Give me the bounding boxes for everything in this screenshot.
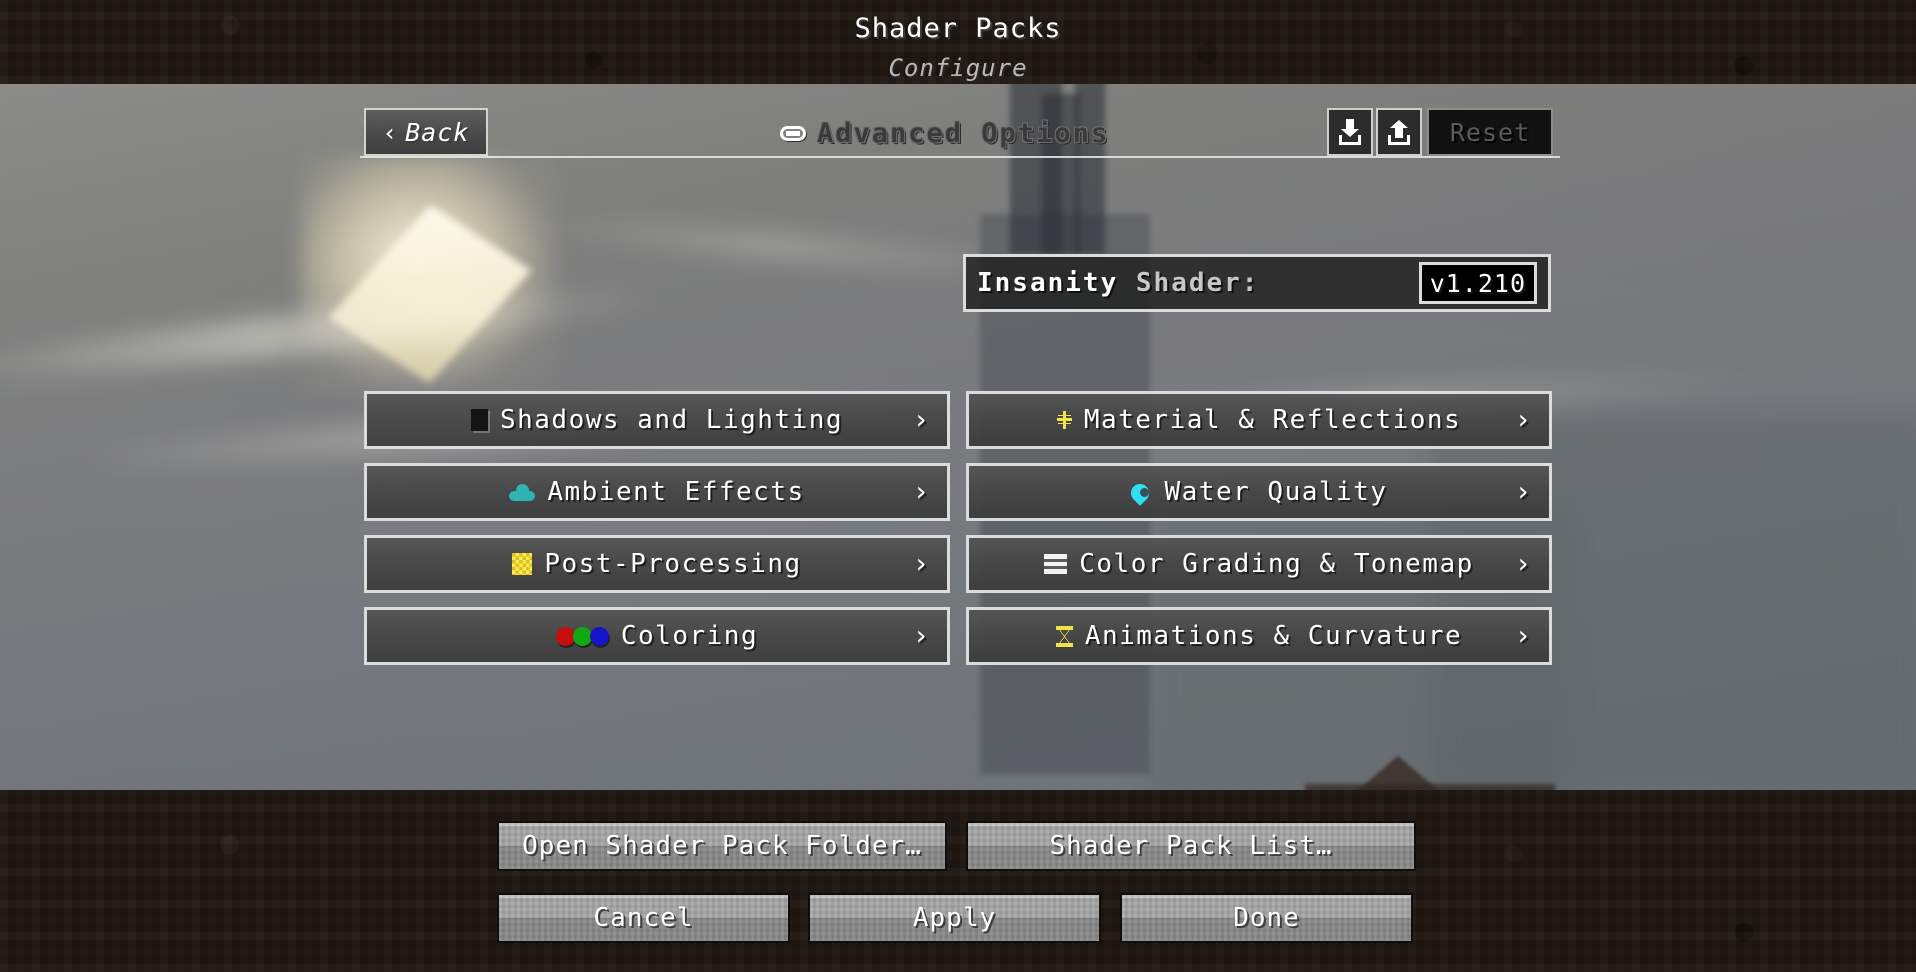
chevron-right-icon: › (912, 476, 929, 508)
apply-button-label: Apply (912, 903, 997, 933)
section-header: Advanced Options (780, 118, 1109, 149)
chevron-right-icon: › (1514, 548, 1531, 580)
import-download-icon (1338, 119, 1362, 145)
open-shader-pack-folder-label: Open Shader Pack Folder… (522, 831, 922, 861)
shader-name: Insanity Shader: (977, 268, 1259, 298)
cloud-icon (509, 483, 536, 501)
category-grid: Shadows and Lighting › Material & Reflec… (364, 391, 1552, 665)
cancel-button-label: Cancel (593, 903, 694, 933)
chevron-right-icon: › (912, 548, 929, 580)
open-shader-pack-folder-button[interactable]: Open Shader Pack Folder… (497, 821, 947, 871)
chevron-right-icon: › (912, 404, 929, 436)
category-label: Water Quality (1164, 477, 1388, 507)
hourglass-icon (1055, 625, 1073, 647)
cancel-button[interactable]: Cancel (497, 893, 790, 943)
rgb-circles-icon (555, 626, 609, 646)
category-shadows-and-lighting[interactable]: Shadows and Lighting › (364, 391, 950, 449)
export-settings-button[interactable] (1376, 108, 1422, 156)
back-button[interactable]: ‹ Back (364, 108, 488, 156)
category-label: Coloring (620, 621, 759, 651)
category-animations-and-curvature[interactable]: Animations & Curvature › (966, 607, 1552, 665)
chevron-right-icon: › (1514, 476, 1531, 508)
category-label: Animations & Curvature (1084, 621, 1463, 651)
category-post-processing[interactable]: Post-Processing › (364, 535, 950, 593)
shader-version-badge: v1.210 (1418, 262, 1537, 304)
back-button-label: Back (405, 117, 470, 147)
back-button-content: ‹ Back (383, 118, 470, 147)
shader-config-screen: Shader Packs Configure ‹ Back Advanced Op… (0, 0, 1916, 972)
checker-grid-icon (512, 553, 533, 575)
category-label: Shadows and Lighting (499, 405, 844, 435)
shader-pack-list-label: Shader Pack List… (1049, 831, 1333, 861)
category-label: Material & Reflections (1083, 405, 1462, 435)
shader-version-label: v1.210 (1429, 268, 1526, 298)
category-material-and-reflections[interactable]: Material & Reflections › (966, 391, 1552, 449)
category-label: Post-Processing (544, 549, 802, 579)
category-label: Ambient Effects (547, 477, 805, 507)
export-upload-icon (1387, 119, 1411, 145)
shader-name-bold: Insanity (977, 268, 1119, 298)
shadow-block-icon (470, 409, 488, 431)
import-settings-button[interactable] (1327, 108, 1373, 156)
chevron-right-icon: › (1514, 620, 1531, 652)
chevron-left-icon: ‹ (382, 118, 399, 147)
done-button-label: Done (1233, 903, 1300, 933)
apply-button[interactable]: Apply (808, 893, 1101, 943)
category-water-quality[interactable]: Water Quality › (966, 463, 1552, 521)
reset-button[interactable]: Reset (1427, 108, 1553, 156)
category-coloring[interactable]: Coloring › (364, 607, 950, 665)
shader-name-bar: Insanity Shader: v1.210 (963, 254, 1551, 312)
shader-pack-list-button[interactable]: Shader Pack List… (966, 821, 1416, 871)
chevron-right-icon: › (912, 620, 929, 652)
water-drop-icon (1131, 482, 1153, 502)
category-label: Color Grading & Tonemap (1079, 549, 1474, 579)
done-button[interactable]: Done (1120, 893, 1413, 943)
category-ambient-effects[interactable]: Ambient Effects › (364, 463, 950, 521)
film-strip-icon (1044, 554, 1068, 574)
chevron-right-icon: › (1514, 404, 1531, 436)
slider-icon (780, 126, 806, 141)
section-header-label: Advanced Options (817, 118, 1110, 149)
category-color-grading-and-tonemap[interactable]: Color Grading & Tonemap › (966, 535, 1552, 593)
sparkle-icon (1056, 411, 1072, 429)
shader-name-rest: Shader: (1118, 268, 1260, 298)
reset-button-label: Reset (1449, 117, 1531, 147)
